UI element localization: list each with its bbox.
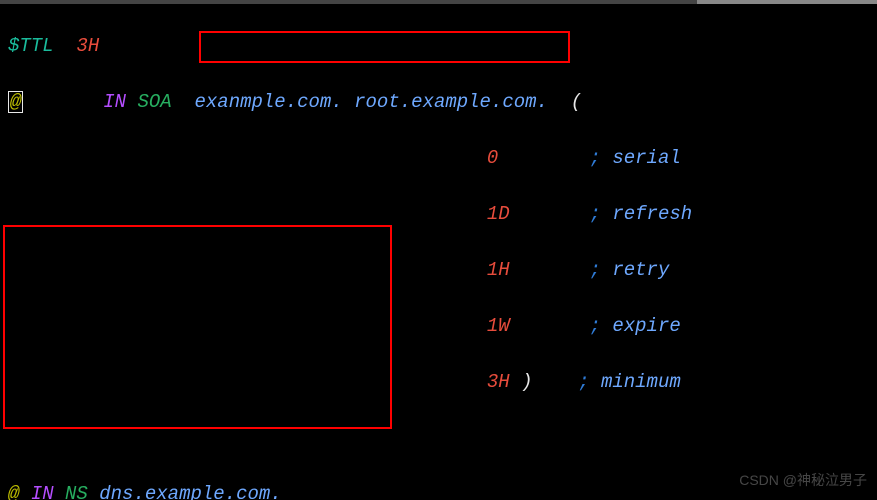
soa-type: SOA [137,91,171,113]
editor-viewport[interactable]: $TTL 3H @ IN SOA exanmple.com. root.exam… [0,0,877,500]
soa-rname: root.example.com. [354,91,548,113]
ttl-directive: $TTL [8,35,54,57]
soa-param-refresh: 1D ; refresh [8,200,869,228]
line-soa: @ IN SOA exanmple.com. root.example.com.… [8,88,869,116]
soa-param-minimum: 3H ) ; minimum [8,368,869,396]
line-ttl: $TTL 3H [8,32,869,60]
soa-mname: exanmple.com. [194,91,342,113]
title-bar [0,0,877,4]
ttl-value: 3H [76,35,99,57]
soa-open-paren: ( [571,91,582,113]
soa-in: IN [103,91,126,113]
soa-param-retry: 1H ; retry [8,256,869,284]
watermark: CSDN @神秘泣男子 [739,466,867,494]
blank-line [8,424,869,452]
soa-param-expire: 1W ; expire [8,312,869,340]
soa-param-serial: 0 ; serial [8,144,869,172]
cursor: @ [8,91,23,113]
